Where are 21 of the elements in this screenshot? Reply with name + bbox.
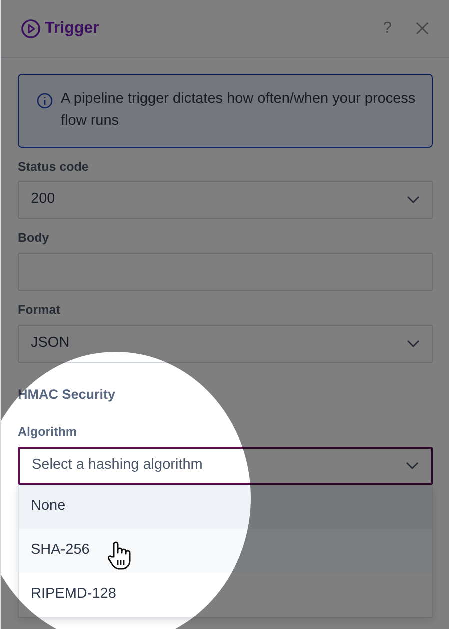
close-icon[interactable] xyxy=(416,22,429,35)
select-field[interactable]: JSON xyxy=(18,324,433,363)
chevron-down-icon xyxy=(406,462,419,470)
dropdown-option[interactable]: None xyxy=(19,484,432,529)
select-field[interactable]: 200 xyxy=(18,181,433,220)
field-label: Body xyxy=(18,230,50,248)
dialog-title: Trigger xyxy=(45,18,100,38)
chevron-down-icon xyxy=(407,196,420,204)
hand-cursor-icon xyxy=(107,540,133,571)
input-field[interactable] xyxy=(18,253,433,291)
field-label: Format xyxy=(18,302,62,319)
chevron-down-icon xyxy=(407,340,420,348)
field-label: Status code xyxy=(18,158,90,176)
field-label: Algorithm xyxy=(18,424,78,441)
dropdown-option[interactable]: RIPEMD-128 xyxy=(19,572,432,617)
dropdown-option[interactable]: SHA-256 xyxy=(19,528,432,573)
info-icon xyxy=(37,93,53,109)
select-field[interactable]: Select a hashing algorithm xyxy=(18,446,433,485)
play-circle-icon xyxy=(21,18,41,38)
section-heading: HMAC Security xyxy=(18,386,117,404)
alert-text: A pipeline trigger dictates how often/when your process flow runs xyxy=(61,90,417,131)
